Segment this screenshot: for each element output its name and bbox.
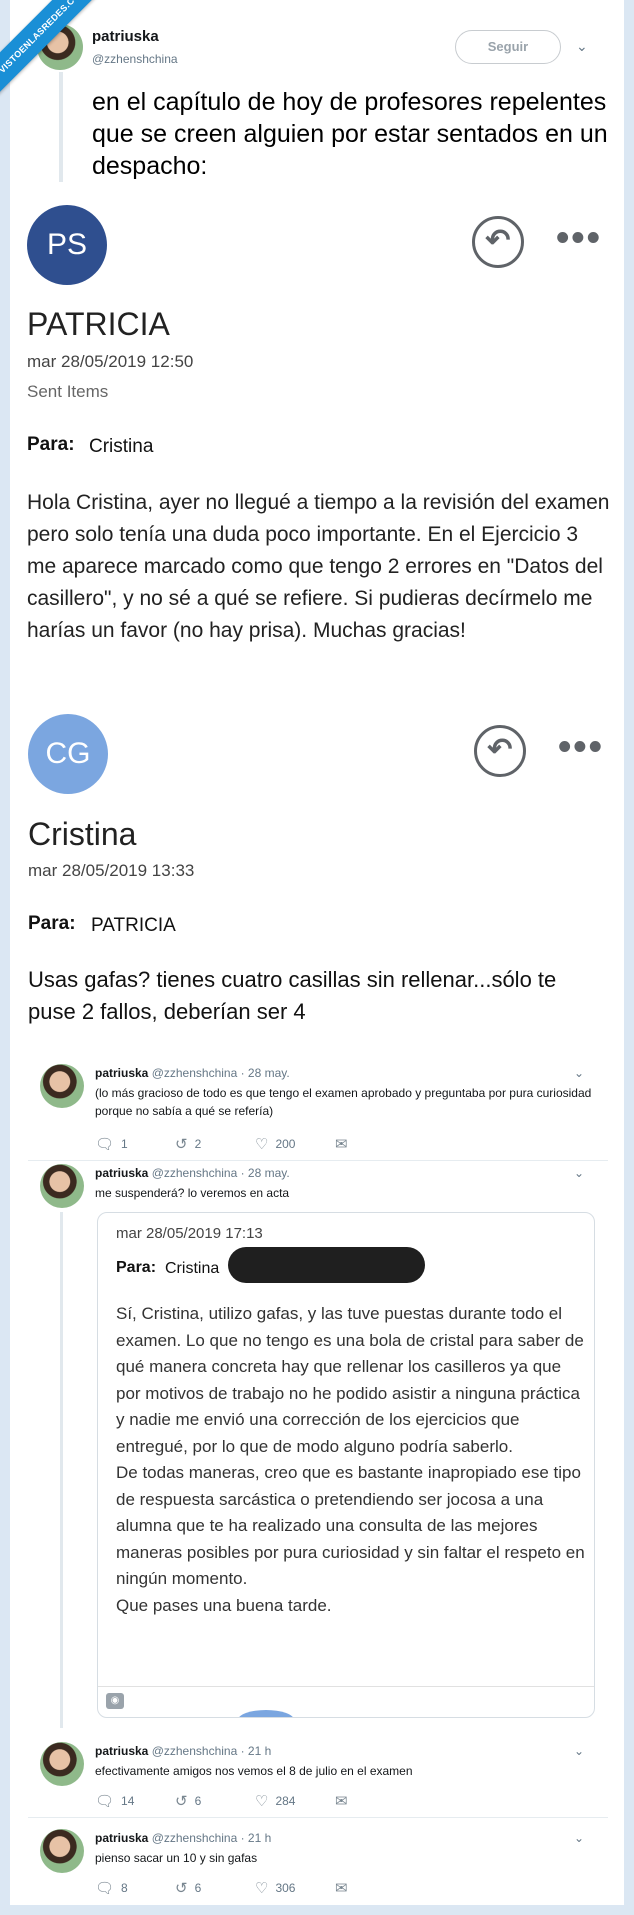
like-button[interactable]: ♡ 306: [255, 1879, 335, 1897]
tweet-text: en el capítulo de hoy de profesores repe…: [92, 88, 608, 180]
chevron-down-icon[interactable]: ⌄: [574, 1166, 584, 1180]
retweet-count: 6: [194, 1881, 202, 1895]
tweet-meta: @zzhenshchina · 28 may.: [151, 1066, 290, 1080]
envelope-icon: ✉: [335, 1136, 348, 1153]
retweet-icon: ↺: [175, 1880, 188, 1897]
envelope-icon: ✉: [335, 1880, 348, 1897]
like-button[interactable]: ♡ 200: [255, 1135, 335, 1153]
tweet-author-name[interactable]: patriuska: [92, 28, 159, 45]
mail-folder: Sent Items: [27, 382, 109, 401]
chevron-down-icon[interactable]: ⌄: [574, 1066, 584, 1080]
like-count: 306: [275, 1881, 296, 1895]
like-button[interactable]: ♡ 284: [255, 1792, 335, 1810]
divider: [28, 1160, 608, 1161]
more-dots-icon[interactable]: •••: [558, 728, 604, 766]
reply-icon: 🗨: [95, 1880, 115, 1897]
chevron-down-icon[interactable]: ⌄: [576, 38, 588, 55]
heart-icon: ♡: [255, 1136, 269, 1153]
tweet-text: me suspenderá? lo veremos en acta: [95, 1186, 290, 1200]
mail-body: Usas gafas? tienes cuatro casillas sin r…: [28, 967, 557, 1024]
tweet-actions: 🗨 1 ↺ 2 ♡ 200 ✉: [95, 1135, 415, 1153]
embedded-email-image[interactable]: mar 28/05/2019 17:13 Para: Cristina Sí, …: [97, 1212, 595, 1718]
scrollbar[interactable]: [98, 1686, 594, 1687]
tweet-actions: 🗨 8 ↺ 6 ♡ 306 ✉: [95, 1879, 415, 1897]
tweet-text: efectivamente amigos nos vemos el 8 de j…: [95, 1764, 413, 1778]
retweet-icon: ↺: [175, 1136, 188, 1153]
avatar[interactable]: [40, 1164, 84, 1208]
tweet-author[interactable]: patriuska @zzhenshchina · 28 may.: [95, 1166, 290, 1180]
tweet-author-name[interactable]: patriuska: [95, 1066, 148, 1080]
reply-button[interactable]: 🗨 1: [95, 1135, 175, 1153]
sender-avatar: PS: [27, 205, 107, 285]
tweet-author[interactable]: patriuska @zzhenshchina · 21 h: [95, 1831, 271, 1845]
follow-button[interactable]: Seguir: [455, 30, 561, 64]
chevron-down-icon[interactable]: ⌄: [574, 1831, 584, 1845]
thread-line: [59, 72, 63, 182]
reply-count: 1: [121, 1137, 128, 1151]
sender-avatar: CG: [28, 714, 108, 794]
envelope-icon: ✉: [335, 1793, 348, 1810]
to-recipient: PATRICIA: [91, 915, 176, 936]
dm-button[interactable]: ✉: [335, 1792, 415, 1810]
sender-name: Cristina: [28, 816, 137, 852]
tweet-meta: @zzhenshchina · 21 h: [151, 1831, 272, 1845]
retweet-count: 6: [194, 1794, 202, 1808]
avatar[interactable]: [40, 1829, 84, 1873]
to-label: Para:: [27, 434, 75, 455]
camera-icon: ◉: [106, 1693, 124, 1709]
tweet-author-handle[interactable]: @zzhenshchina: [92, 52, 178, 66]
sender-name: PATRICIA: [27, 306, 170, 342]
like-count: 284: [275, 1794, 296, 1808]
tweet-author-name[interactable]: patriuska: [95, 1744, 148, 1758]
mail-date: mar 28/05/2019 17:13: [116, 1225, 263, 1242]
dm-button[interactable]: ✉: [335, 1879, 415, 1897]
redaction: [228, 1247, 425, 1283]
tweet-text: (lo más gracioso de todo es que tengo el…: [95, 1086, 592, 1118]
like-count: 200: [275, 1137, 296, 1151]
to-recipient: Cristina: [165, 1260, 220, 1277]
retweet-button[interactable]: ↺ 6: [175, 1792, 255, 1810]
reply-count: 8: [121, 1881, 128, 1895]
mail-date: mar 28/05/2019 12:50: [27, 352, 194, 371]
to-label: Para:: [116, 1259, 157, 1276]
more-dots-icon[interactable]: •••: [556, 219, 602, 257]
reply-icon[interactable]: ↶: [472, 216, 524, 268]
thread-line: [60, 1212, 63, 1728]
tweet-meta: @zzhenshchina · 28 may.: [151, 1166, 290, 1180]
to-label: Para:: [28, 913, 76, 934]
mail-date: mar 28/05/2019 13:33: [28, 861, 195, 880]
tweet-text: pienso sacar un 10 y sin gafas: [95, 1851, 258, 1865]
tweet-author-name[interactable]: patriuska: [95, 1166, 148, 1180]
reply-icon: 🗨: [95, 1793, 115, 1810]
retweet-button[interactable]: ↺ 6: [175, 1879, 255, 1897]
dm-button[interactable]: ✉: [335, 1135, 415, 1153]
mail-body: Hola Cristina, ayer no llegué a tiempo a…: [27, 491, 610, 642]
retweet-count: 2: [194, 1137, 202, 1151]
redaction: [140, 826, 355, 852]
tweet-actions: 🗨 14 ↺ 6 ♡ 284 ✉: [95, 1792, 415, 1810]
avatar[interactable]: [40, 1742, 84, 1786]
tweet-author[interactable]: patriuska @zzhenshchina · 28 may.: [95, 1066, 290, 1080]
avatar: [238, 1710, 294, 1717]
reply-button[interactable]: 🗨 8: [95, 1879, 175, 1897]
reply-count: 14: [121, 1794, 135, 1808]
tweet-author[interactable]: patriuska @zzhenshchina · 21 h: [95, 1744, 271, 1758]
reply-icon: 🗨: [95, 1136, 115, 1153]
tweet-author-name[interactable]: patriuska: [95, 1831, 148, 1845]
heart-icon: ♡: [255, 1880, 269, 1897]
heart-icon: ♡: [255, 1793, 269, 1810]
tweet-meta: @zzhenshchina · 21 h: [151, 1744, 272, 1758]
mail-body: Sí, Cristina, utilizo gafas, y las tuve …: [116, 1304, 585, 1615]
to-recipient: Cristina: [89, 436, 154, 457]
retweet-button[interactable]: ↺ 2: [175, 1135, 255, 1153]
chevron-down-icon[interactable]: ⌄: [574, 1744, 584, 1758]
reply-button[interactable]: 🗨 14: [95, 1792, 175, 1810]
reply-icon[interactable]: ↶: [474, 725, 526, 777]
retweet-icon: ↺: [175, 1793, 188, 1810]
avatar[interactable]: [40, 1064, 84, 1108]
divider: [28, 1817, 608, 1818]
